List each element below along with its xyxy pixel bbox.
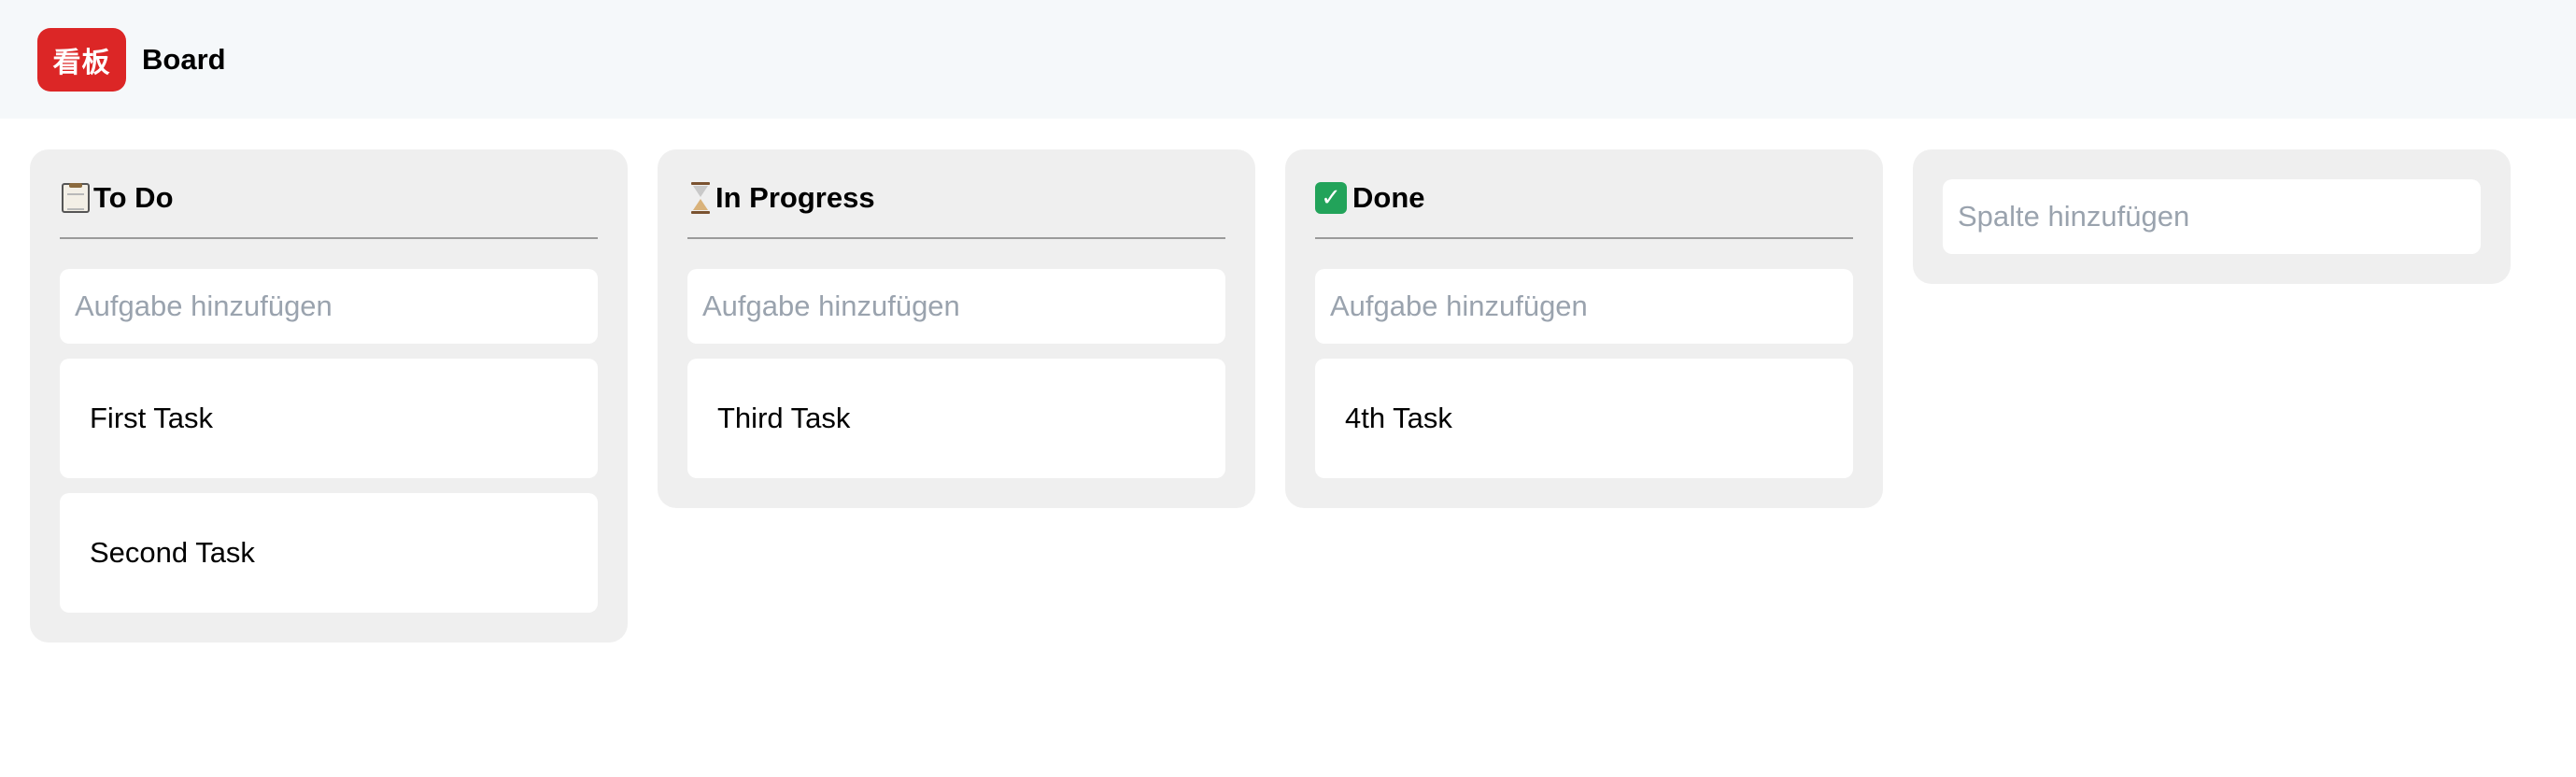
add-task-input[interactable] bbox=[687, 269, 1225, 344]
task-title: Second Task bbox=[90, 536, 255, 569]
add-column-panel bbox=[1913, 149, 2511, 284]
column-done: ✓ Done 4th Task bbox=[1285, 149, 1883, 508]
add-task-input[interactable] bbox=[60, 269, 598, 344]
hourglass-icon bbox=[687, 181, 714, 215]
task-card[interactable]: 4th Task bbox=[1315, 359, 1853, 478]
column-title: Done bbox=[1352, 181, 1425, 214]
check-mark-icon: ✓ bbox=[1315, 182, 1347, 214]
app-logo[interactable]: 看板 bbox=[37, 27, 126, 92]
task-card[interactable]: Third Task bbox=[687, 359, 1225, 478]
column-to-do: To Do First Task Second Task bbox=[30, 149, 628, 643]
task-title: Third Task bbox=[717, 402, 851, 434]
app-title: Board bbox=[142, 42, 226, 76]
column-title: In Progress bbox=[715, 181, 875, 214]
task-title: First Task bbox=[90, 402, 214, 434]
clipboard-icon bbox=[62, 183, 90, 213]
task-title: 4th Task bbox=[1345, 402, 1452, 434]
column-title: To Do bbox=[93, 181, 174, 214]
task-card[interactable]: Second Task bbox=[60, 493, 598, 613]
kanban-board: To Do First Task Second Task In Progress… bbox=[30, 149, 2511, 643]
task-card[interactable]: First Task bbox=[60, 359, 598, 478]
add-task-input[interactable] bbox=[1315, 269, 1853, 344]
add-column-input[interactable] bbox=[1943, 179, 2481, 254]
top-bar: 看板 Board bbox=[0, 0, 2576, 119]
column-header[interactable]: To Do bbox=[60, 179, 598, 239]
column-header[interactable]: In Progress bbox=[687, 179, 1225, 239]
column-header[interactable]: ✓ Done bbox=[1315, 179, 1853, 239]
column-in-progress: In Progress Third Task bbox=[658, 149, 1255, 508]
